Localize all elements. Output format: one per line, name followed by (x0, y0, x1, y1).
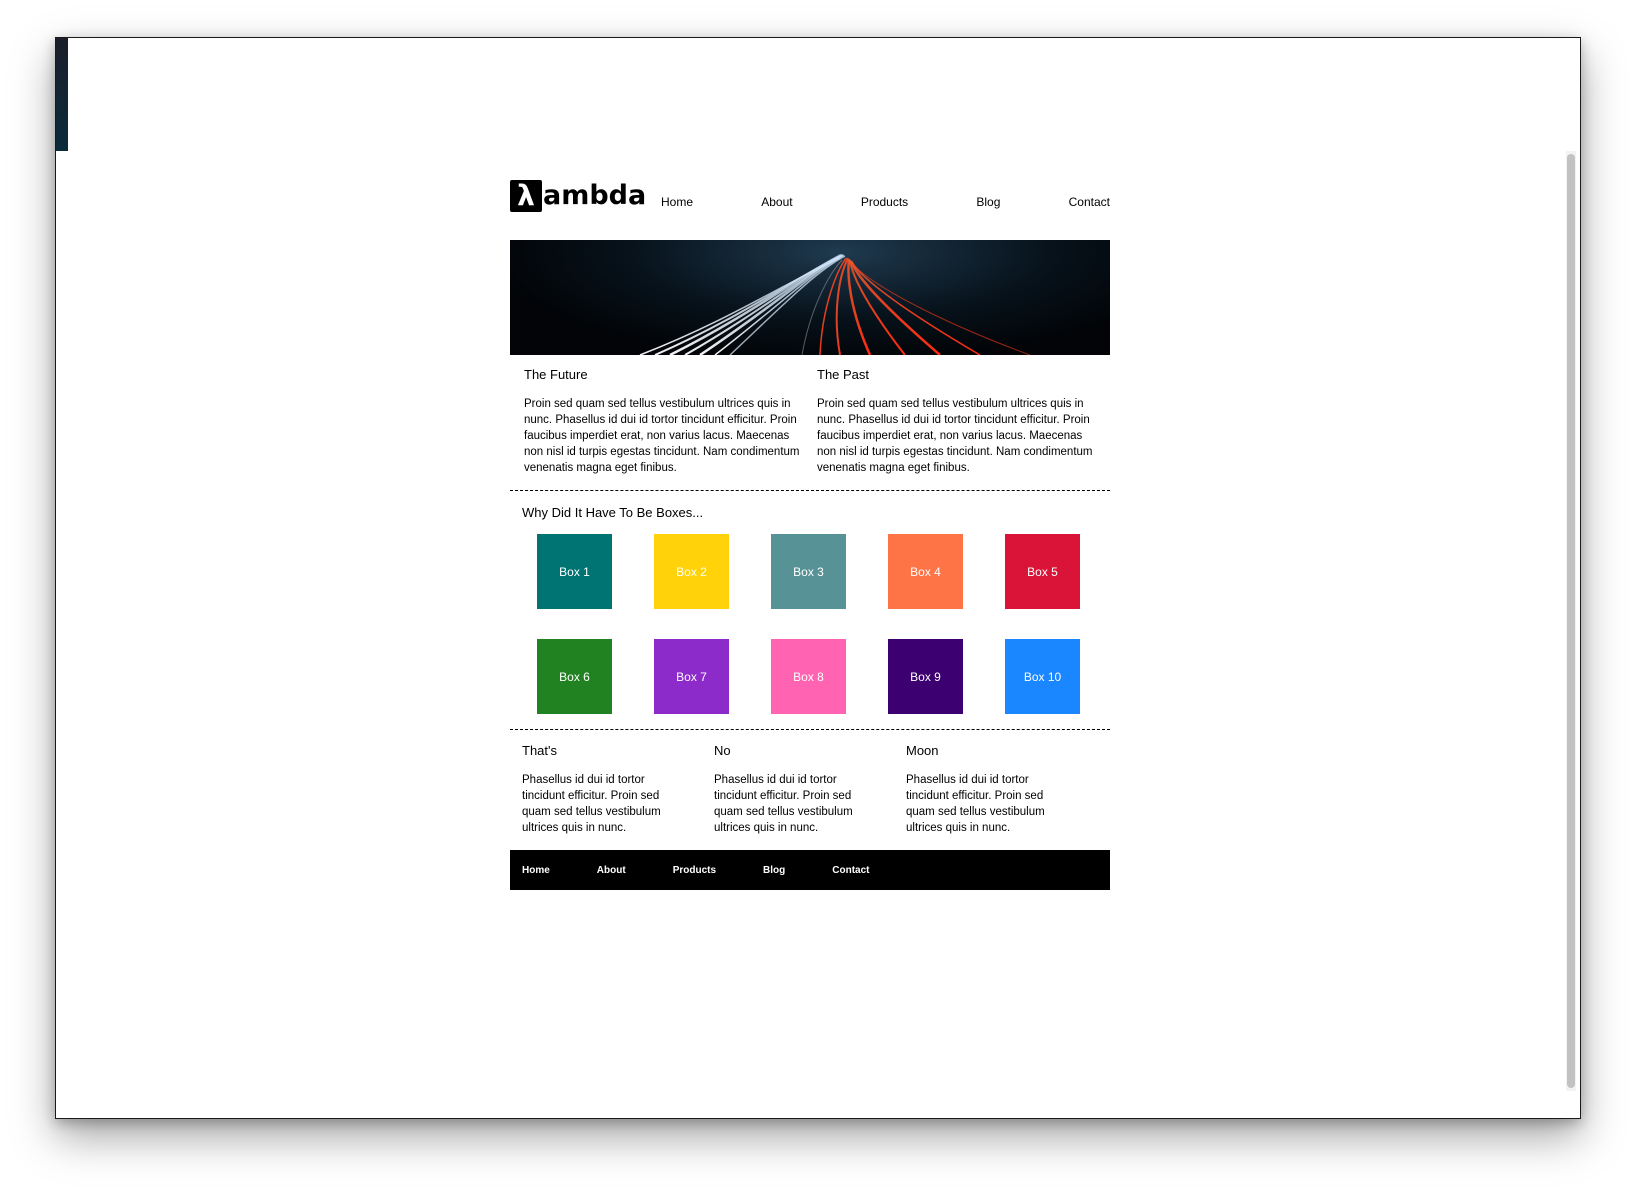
footer-nav-contact[interactable]: Contact (832, 865, 869, 876)
footer-nav-home[interactable]: Home (522, 865, 550, 876)
nav-blog[interactable]: Blog (976, 195, 1000, 209)
intro-body: Proin sed quam sed tellus vestibulum ult… (817, 398, 1093, 474)
boxes-grid: Box 1 Box 2 Box 3 Box 4 Box 5 Box 6 Box … (522, 534, 1098, 714)
bottom-body: Phasellus id dui id tortor tincidunt eff… (906, 774, 1045, 834)
box-10[interactable]: Box 10 (1005, 639, 1080, 714)
intro-col-past: The Past Proin sed quam sed tellus vesti… (817, 367, 1096, 476)
nav-contact[interactable]: Contact (1069, 195, 1110, 209)
intro-body: Proin sed quam sed tellus vestibulum ult… (524, 398, 800, 474)
page-content: λ ambda Home About Products Blog Contact (510, 180, 1110, 890)
site-header: λ ambda Home About Products Blog Contact (510, 180, 1110, 240)
box-8[interactable]: Box 8 (771, 639, 846, 714)
bottom-section: That's Phasellus id dui id tortor tincid… (510, 730, 1110, 850)
footer-nav-products[interactable]: Products (673, 865, 716, 876)
box-6[interactable]: Box 6 (537, 639, 612, 714)
bottom-title: Moon (906, 743, 939, 758)
logo-lambda-symbol: λ (510, 180, 542, 212)
intro-title: The Future (524, 367, 588, 382)
bottom-body: Phasellus id dui id tortor tincidunt eff… (714, 774, 853, 834)
hero-image (510, 240, 1110, 355)
boxes-title: Why Did It Have To Be Boxes... (522, 505, 704, 520)
intro-col-future: The Future Proin sed quam sed tellus ves… (524, 367, 803, 476)
intro-section: The Future Proin sed quam sed tellus ves… (510, 355, 1110, 490)
bottom-title: That's (522, 743, 557, 758)
boxes-section: Why Did It Have To Be Boxes... Box 1 Box… (510, 491, 1110, 729)
scrollbar-thumb[interactable] (1567, 154, 1575, 1088)
hero-light-trails (639, 253, 1031, 355)
box-4[interactable]: Box 4 (888, 534, 963, 609)
box-3[interactable]: Box 3 (771, 534, 846, 609)
site-footer: Home About Products Blog Contact (510, 850, 1110, 890)
box-7[interactable]: Box 7 (654, 639, 729, 714)
box-2[interactable]: Box 2 (654, 534, 729, 609)
lambda-logo[interactable]: λ ambda (510, 180, 646, 212)
footer-nav-about[interactable]: About (597, 865, 626, 876)
side-strip (56, 38, 68, 151)
nav-products[interactable]: Products (861, 195, 908, 209)
browser-window: λ ambda Home About Products Blog Contact (55, 37, 1581, 1119)
main-nav: Home About Products Blog Contact (661, 195, 1110, 209)
box-1[interactable]: Box 1 (537, 534, 612, 609)
intro-title: The Past (817, 367, 870, 382)
bottom-col-moon: Moon Phasellus id dui id tortor tincidun… (906, 743, 1058, 836)
logo-text: ambda (543, 180, 647, 211)
box-9[interactable]: Box 9 (888, 639, 963, 714)
bottom-title: No (714, 743, 731, 758)
nav-about[interactable]: About (761, 195, 792, 209)
bottom-col-thats: That's Phasellus id dui id tortor tincid… (522, 743, 674, 836)
box-5[interactable]: Box 5 (1005, 534, 1080, 609)
nav-home[interactable]: Home (661, 195, 693, 209)
footer-nav-blog[interactable]: Blog (763, 865, 785, 876)
bottom-body: Phasellus id dui id tortor tincidunt eff… (522, 774, 661, 834)
bottom-col-no: No Phasellus id dui id tortor tincidunt … (714, 743, 866, 836)
